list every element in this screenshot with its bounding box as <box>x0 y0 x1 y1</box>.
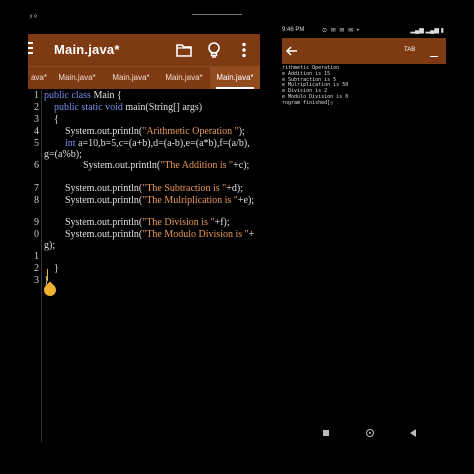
code-string: "The Mulriplication is " <box>142 195 238 206</box>
line-number: 0 <box>34 229 39 240</box>
code-line-5-wrap[interactable]: g=(a%b); <box>44 149 82 160</box>
line-number: 3 <box>34 275 39 286</box>
tab-file-3[interactable]: Main.java* <box>104 67 158 89</box>
code-text: ); <box>238 126 245 137</box>
code-text: main(String[] args) <box>122 102 203 113</box>
status-bar-text: ʸ ᵉ <box>30 14 37 21</box>
code-keyword: int <box>65 138 76 149</box>
code-text: + <box>248 229 255 240</box>
code-line-1[interactable]: public class Main { <box>44 90 122 101</box>
code-text: +d); <box>226 183 243 194</box>
code-string: "The Division is " <box>142 217 215 228</box>
code-line-9[interactable]: System.out.println("The Division is "+f)… <box>65 217 230 228</box>
code-line-10[interactable]: System.out.println("The Modulo Division … <box>65 229 254 240</box>
back-arrow-icon[interactable] <box>285 44 299 58</box>
line-number: 2 <box>34 263 39 274</box>
code-line-10-wrap[interactable]: g); <box>44 240 55 251</box>
tab-key-button[interactable]: TAB <box>404 47 415 53</box>
code-text: System.out.println( <box>65 229 143 240</box>
code-text: System.out.println( <box>65 195 143 206</box>
editor-toolbar: Main.java* <box>28 34 260 66</box>
code-text: +f); <box>214 217 230 228</box>
signal-battery-icons: ▂▄▆ ▂▄▆ ▮ <box>410 28 444 34</box>
line-number-gutter: 1 2 3 4 5 6 7 8 9 0 1 2 3 <box>28 90 40 442</box>
code-string: "Arithmetic Operation " <box>142 126 239 137</box>
line-number: 1 <box>34 90 39 101</box>
code-line-7[interactable]: System.out.println("The Subtraction is "… <box>65 183 243 194</box>
notification-icons: ⊙ ✉ ✉ ✉ • <box>322 28 360 34</box>
line-number: 6 <box>34 160 39 171</box>
line-number: 8 <box>34 195 39 206</box>
code-line-5[interactable]: int a=10,b=5,c=(a+b),d=(a-b),e=(a*b),f=(… <box>65 138 250 149</box>
line-number: 4 <box>34 126 39 137</box>
output-line: rogram finished]▯ <box>282 99 334 106</box>
folder-icon[interactable] <box>174 40 194 60</box>
code-text: +e); <box>237 195 255 206</box>
code-text: System.out.println( <box>65 217 143 228</box>
lightbulb-icon[interactable] <box>204 40 224 60</box>
code-string: "The Subtraction is " <box>142 183 227 194</box>
code-text: Main { <box>90 90 122 101</box>
code-text: System.out.println( <box>65 126 143 137</box>
line-number: 2 <box>34 102 39 113</box>
line-number: 7 <box>34 183 39 194</box>
code-area[interactable]: 1 2 3 4 5 6 7 8 9 0 1 2 3 public class M… <box>28 90 260 442</box>
file-title: Main.java* <box>54 42 120 57</box>
line-number: 9 <box>34 217 39 228</box>
tab-file-2[interactable]: Main.java* <box>50 67 104 89</box>
code-text: +c); <box>233 160 250 171</box>
console-screen: 9:46 PM ⊙ ✉ ✉ ✉ • ▂▄▆ ▂▄▆ ▮ TAB rithmeti… <box>282 22 446 446</box>
code-line-3[interactable]: { <box>54 114 59 125</box>
menu-icon[interactable] <box>28 42 34 58</box>
line-number: 5 <box>34 138 39 149</box>
line-number: 1 <box>34 251 39 262</box>
console-output[interactable]: rithmetic Operation e Addition is 15 e S… <box>282 65 446 107</box>
code-line-6[interactable]: System.out.println("The Addition is "+c)… <box>83 160 249 171</box>
status-bar: ʸ ᵉ <box>28 0 260 34</box>
code-line-2[interactable]: public static void main(String[] args) <box>54 102 202 113</box>
gutter-divider <box>41 90 42 442</box>
status-time: 9:46 PM <box>282 27 305 33</box>
home-icon[interactable] <box>366 429 374 437</box>
code-string: "The Addition is " <box>160 160 234 171</box>
status-bar-icons <box>192 14 242 20</box>
code-keyword: public static void <box>54 102 123 113</box>
tab-file-1[interactable]: ava* <box>28 67 50 89</box>
code-string: "The Modulo Division is " <box>142 229 249 240</box>
file-tabs: ava* Main.java* Main.java* Main.java* Ma… <box>28 66 260 89</box>
code-line-4[interactable]: System.out.println("Arithmetic Operation… <box>65 126 245 137</box>
android-nav-bar <box>282 422 446 444</box>
code-keyword: public class <box>44 90 91 101</box>
tab-file-4[interactable]: Main.java* <box>158 67 210 89</box>
code-text: System.out.println( <box>65 183 143 194</box>
underscore-key-button[interactable] <box>430 46 438 57</box>
code-line-8[interactable]: System.out.println("The Mulriplication i… <box>65 195 254 206</box>
tab-file-active[interactable]: Main.java* <box>210 67 260 89</box>
code-text: System.out.println( <box>83 160 161 171</box>
text-caret <box>47 269 48 281</box>
back-icon[interactable] <box>410 429 416 437</box>
code-text: a=10,b=5,c=(a+b),d=(a-b),e=(a*b),f=(a/b)… <box>75 138 250 149</box>
recents-icon[interactable] <box>323 430 329 436</box>
more-vert-icon[interactable] <box>234 40 254 60</box>
status-bar: 9:46 PM ⊙ ✉ ✉ ✉ • ▂▄▆ ▂▄▆ ▮ <box>282 22 446 38</box>
console-toolbar: TAB <box>282 38 446 64</box>
code-line-12[interactable]: } <box>54 263 59 274</box>
code-editor-screen: ʸ ᵉ Main.java* ava* Main.java* Main.java… <box>28 0 260 442</box>
line-number: 3 <box>34 114 39 125</box>
